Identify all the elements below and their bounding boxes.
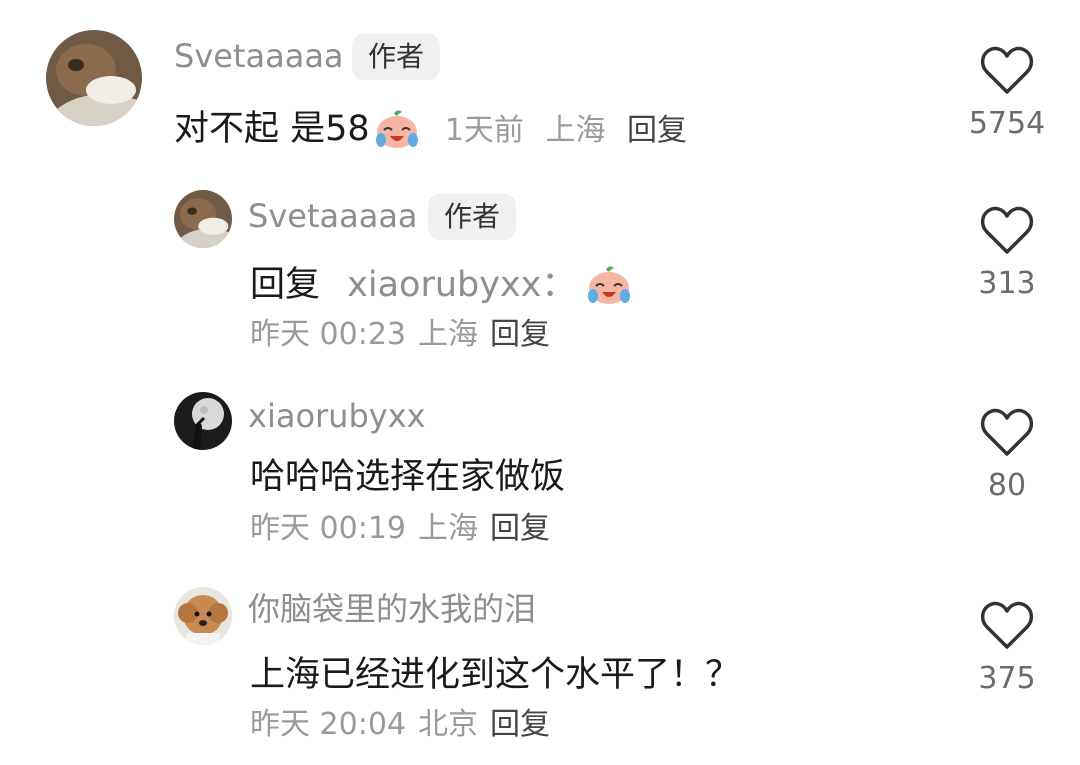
avatar[interactable] bbox=[174, 587, 232, 645]
deer-avatar-icon bbox=[46, 30, 142, 126]
heart-icon bbox=[980, 408, 1034, 456]
moon-avatar-icon bbox=[174, 392, 232, 450]
comment-time: 昨天 20:04 bbox=[250, 707, 406, 742]
like-button[interactable]: 313 bbox=[947, 204, 1067, 302]
comment-text: 回复 xiaorubyxx： bbox=[250, 260, 632, 309]
reply-button[interactable]: 回复 bbox=[627, 113, 687, 148]
crying-laughing-emoji-icon bbox=[588, 266, 631, 304]
reply-item: xiaorubyxx 哈哈哈选择在家做饭 昨天 00:19 上海 回复 80 bbox=[0, 372, 1080, 562]
comment-text: 哈哈哈选择在家做饭 bbox=[250, 457, 566, 497]
like-button[interactable]: 375 bbox=[947, 599, 1067, 697]
comment-location: 上海 bbox=[418, 511, 478, 546]
comment-meta: 昨天 20:04 北京 回复 bbox=[250, 705, 550, 745]
reply-to-user[interactable]: xiaorubyxx： bbox=[347, 265, 576, 305]
comment-author[interactable]: Svetaaaaa bbox=[174, 36, 344, 76]
comment-location: 上海 bbox=[418, 317, 478, 352]
comment-location: 上海 bbox=[545, 113, 606, 148]
reply-item: Svetaaaaa 作者 回复 xiaorubyxx： 昨天 00:23 上海 回复… bbox=[0, 170, 1080, 370]
heart-icon bbox=[980, 601, 1034, 649]
reply-prefix: 回复 bbox=[250, 265, 321, 305]
like-count: 80 bbox=[987, 468, 1027, 503]
comment-time: 昨天 00:19 bbox=[250, 511, 406, 546]
comment-time: 昨天 00:23 bbox=[250, 317, 406, 352]
comment-body: 对不起 是58 bbox=[174, 109, 370, 149]
crying-laughing-emoji-icon bbox=[375, 110, 418, 148]
reply-item: 你脑袋里的水我的泪 上海已经进化到这个水平了！？ 昨天 20:04 北京 回复 37… bbox=[0, 565, 1080, 765]
comment-text: 上海已经进化到这个水平了！？ bbox=[250, 655, 741, 695]
reply-button[interactable]: 回复 bbox=[490, 317, 550, 352]
comment-meta: 昨天 00:23 上海 回复 bbox=[250, 315, 550, 355]
author-badge: 作者 bbox=[352, 34, 441, 80]
avatar[interactable] bbox=[174, 392, 232, 450]
comment-author[interactable]: Svetaaaaa bbox=[248, 196, 418, 236]
comment-author[interactable]: xiaorubyxx bbox=[248, 396, 426, 436]
comment-author[interactable]: 你脑袋里的水我的泪 bbox=[248, 589, 536, 629]
like-count: 5754 bbox=[968, 106, 1046, 141]
comment-meta: 昨天 00:19 上海 回复 bbox=[250, 509, 550, 549]
comment-text: 对不起 是58 1天前 上海 回复 bbox=[174, 104, 687, 155]
avatar[interactable] bbox=[46, 30, 142, 126]
like-count: 313 bbox=[978, 266, 1036, 301]
avatar[interactable] bbox=[174, 190, 232, 248]
like-count: 375 bbox=[978, 661, 1036, 696]
author-badge: 作者 bbox=[428, 194, 517, 240]
reply-button[interactable]: 回复 bbox=[490, 511, 550, 546]
puppy-avatar-icon bbox=[174, 587, 232, 645]
like-button[interactable]: 5754 bbox=[947, 44, 1067, 142]
heart-icon bbox=[980, 46, 1034, 94]
deer-avatar-icon bbox=[174, 190, 232, 248]
comment-time: 1天前 bbox=[444, 113, 524, 148]
reply-button[interactable]: 回复 bbox=[490, 707, 550, 742]
comment-item: Svetaaaaa 作者 对不起 是58 1天前 上海 回复 5754 bbox=[0, 0, 1080, 170]
like-button[interactable]: 80 bbox=[947, 406, 1067, 504]
comment-location: 北京 bbox=[418, 707, 478, 742]
heart-icon bbox=[980, 206, 1034, 254]
